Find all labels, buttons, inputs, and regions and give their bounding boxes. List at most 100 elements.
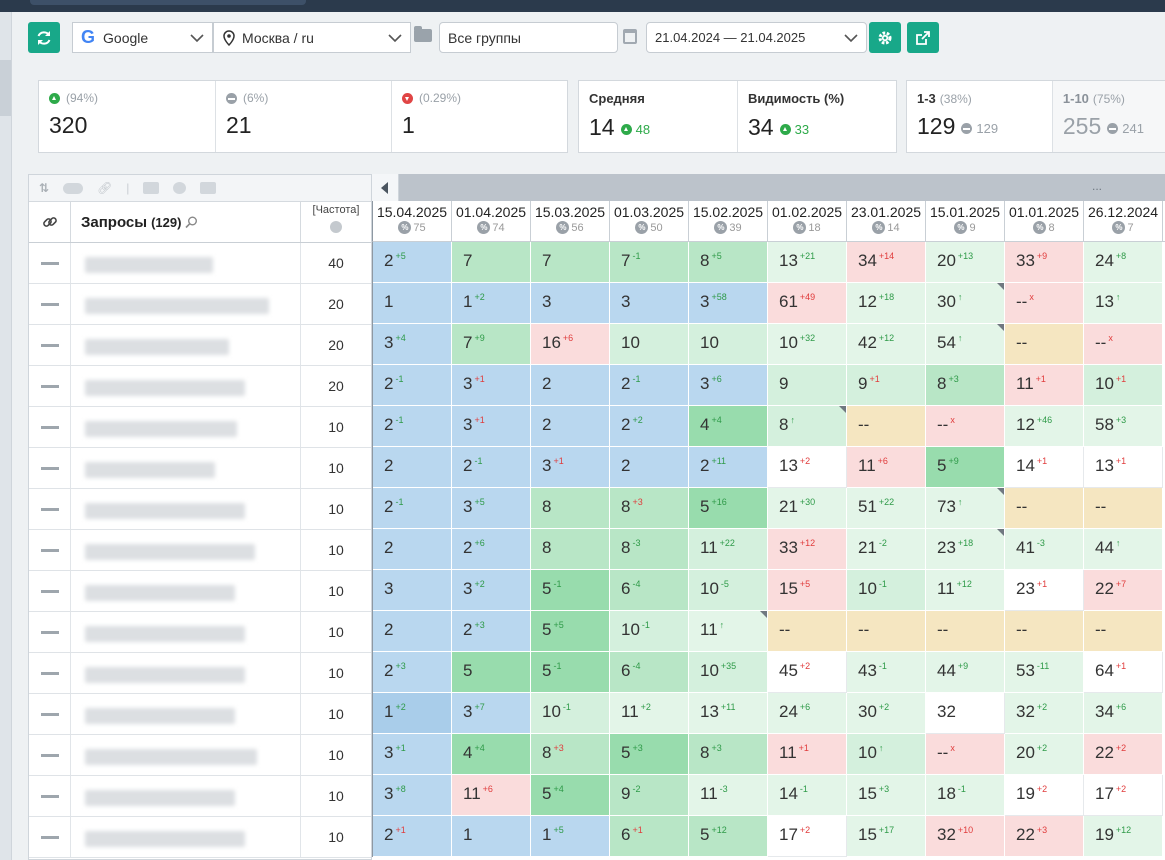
position-cell[interactable]: -- x xyxy=(926,734,1005,775)
position-cell[interactable]: 20 +13 xyxy=(926,242,1005,283)
table-row[interactable]: 20 xyxy=(29,325,371,366)
position-cell[interactable]: 45 +2 xyxy=(768,652,847,693)
position-cell[interactable]: 11 -3 xyxy=(689,775,768,816)
row-toggle[interactable] xyxy=(29,366,71,406)
query-text-cell[interactable] xyxy=(71,284,301,324)
query-text-cell[interactable] xyxy=(71,530,301,570)
position-cell[interactable]: 61 +49 xyxy=(768,283,847,324)
position-cell[interactable]: 4 +4 xyxy=(452,734,531,775)
position-cell[interactable]: 23 +18 xyxy=(926,529,1005,570)
export-button[interactable] xyxy=(907,22,939,53)
position-cell[interactable]: 8 ↑ xyxy=(768,406,847,447)
position-cell[interactable]: 5 +3 xyxy=(610,734,689,775)
position-cell[interactable]: 41 -3 xyxy=(1005,529,1084,570)
position-cell[interactable]: 1 xyxy=(452,816,531,857)
stat-average[interactable]: Средняя 14 48 xyxy=(579,81,738,152)
row-toggle[interactable] xyxy=(29,694,71,734)
table-row[interactable]: 10 xyxy=(29,571,371,612)
toggle-switch[interactable] xyxy=(63,182,84,194)
table-row[interactable]: 10 xyxy=(29,407,371,448)
table-row[interactable]: 10 xyxy=(29,530,371,571)
position-cell[interactable]: 34 +6 xyxy=(1084,693,1163,734)
position-cell[interactable]: 11 +12 xyxy=(926,570,1005,611)
position-cell[interactable]: 3 +4 xyxy=(373,324,452,365)
position-cell[interactable]: -- xyxy=(1084,488,1163,529)
position-cell[interactable]: 8 +3 xyxy=(926,365,1005,406)
position-cell[interactable]: 8 xyxy=(531,529,610,570)
search-icon[interactable] xyxy=(185,216,198,229)
position-cell[interactable]: 1 +2 xyxy=(373,693,452,734)
table-row[interactable]: 10 xyxy=(29,694,371,735)
text-icon[interactable] xyxy=(200,182,217,194)
position-cell[interactable]: 3 +1 xyxy=(373,734,452,775)
date-column-header[interactable]: 01.03.2025% 50 xyxy=(610,201,689,241)
row-toggle[interactable] xyxy=(29,489,71,529)
link-icon[interactable]: 🔗︎ xyxy=(97,181,112,195)
position-cell[interactable]: 4 +4 xyxy=(689,406,768,447)
position-cell[interactable]: 6 -4 xyxy=(610,652,689,693)
position-cell[interactable]: 2 xyxy=(531,406,610,447)
table-row[interactable]: 10 xyxy=(29,489,371,530)
row-toggle[interactable] xyxy=(29,735,71,775)
position-cell[interactable]: 2 xyxy=(373,447,452,488)
position-cell[interactable]: 8 +3 xyxy=(689,734,768,775)
query-text-cell[interactable] xyxy=(71,735,301,775)
groups-select[interactable]: Все группы xyxy=(439,22,618,53)
position-cell[interactable]: 3 +5 xyxy=(452,488,531,529)
table-row[interactable]: 40 xyxy=(29,243,371,284)
position-cell[interactable]: 42 +12 xyxy=(847,324,926,365)
contrast-icon[interactable] xyxy=(173,182,187,194)
link-column-header[interactable] xyxy=(29,202,71,242)
position-cell[interactable]: 2 -1 xyxy=(373,488,452,529)
position-cell[interactable]: 8 xyxy=(531,488,610,529)
position-cell[interactable]: 5 +12 xyxy=(689,816,768,857)
settings-button[interactable] xyxy=(869,22,901,53)
position-cell[interactable]: 21 -2 xyxy=(847,529,926,570)
position-cell[interactable]: 11 +22 xyxy=(689,529,768,570)
position-cell[interactable]: 17 +2 xyxy=(1084,775,1163,816)
position-cell[interactable]: 3 +58 xyxy=(689,283,768,324)
position-cell[interactable]: 12 +46 xyxy=(1005,406,1084,447)
table-row[interactable]: 20 xyxy=(29,284,371,325)
row-toggle[interactable] xyxy=(29,407,71,447)
row-toggle[interactable] xyxy=(29,776,71,816)
position-cell[interactable]: 10 -1 xyxy=(847,570,926,611)
position-cell[interactable]: 5 +16 xyxy=(689,488,768,529)
position-cell[interactable]: 21 +30 xyxy=(768,488,847,529)
position-cell[interactable]: 13 ↑ xyxy=(1084,283,1163,324)
position-cell[interactable]: 3 xyxy=(373,570,452,611)
query-text-cell[interactable] xyxy=(71,776,301,816)
position-cell[interactable]: 54 ↑ xyxy=(926,324,1005,365)
position-cell[interactable]: 2 -1 xyxy=(610,365,689,406)
query-text-cell[interactable] xyxy=(71,366,301,406)
position-cell[interactable]: 2 -1 xyxy=(373,406,452,447)
stat-down[interactable]: (0.29%) 1 xyxy=(392,81,567,152)
position-cell[interactable]: 33 +9 xyxy=(1005,242,1084,283)
position-cell[interactable]: 3 +2 xyxy=(452,570,531,611)
position-cell[interactable]: 10 ↑ xyxy=(847,734,926,775)
query-text-cell[interactable] xyxy=(71,407,301,447)
table-row[interactable]: 10 xyxy=(29,612,371,653)
position-cell[interactable]: 2 +2 xyxy=(610,406,689,447)
position-cell[interactable]: 15 +5 xyxy=(768,570,847,611)
scroll-left-button[interactable] xyxy=(372,174,399,201)
date-range-select[interactable]: 21.04.2024 — 21.04.2025 xyxy=(646,22,867,53)
position-cell[interactable]: 2 xyxy=(373,529,452,570)
position-cell[interactable]: 2 +11 xyxy=(689,447,768,488)
position-cell[interactable]: 2 -1 xyxy=(373,365,452,406)
position-cell[interactable]: 20 +2 xyxy=(1005,734,1084,775)
position-cell[interactable]: 7 xyxy=(531,242,610,283)
position-cell[interactable]: 3 +1 xyxy=(531,447,610,488)
row-toggle[interactable] xyxy=(29,612,71,652)
dates-scrollbar[interactable]: ... xyxy=(372,174,1165,201)
region-select[interactable]: Москва / ru xyxy=(213,22,411,53)
position-cell[interactable]: 2 +5 xyxy=(373,242,452,283)
date-column-header[interactable]: 15.02.2025% 39 xyxy=(689,201,768,241)
position-cell[interactable]: 58 +3 xyxy=(1084,406,1163,447)
position-cell[interactable]: 3 xyxy=(610,283,689,324)
position-cell[interactable]: 2 xyxy=(373,611,452,652)
position-cell[interactable]: 53 -11 xyxy=(1005,652,1084,693)
date-column-header[interactable]: 26.12.2024% 7 xyxy=(1084,201,1163,241)
row-toggle[interactable] xyxy=(29,284,71,324)
position-cell[interactable]: 3 +1 xyxy=(452,365,531,406)
